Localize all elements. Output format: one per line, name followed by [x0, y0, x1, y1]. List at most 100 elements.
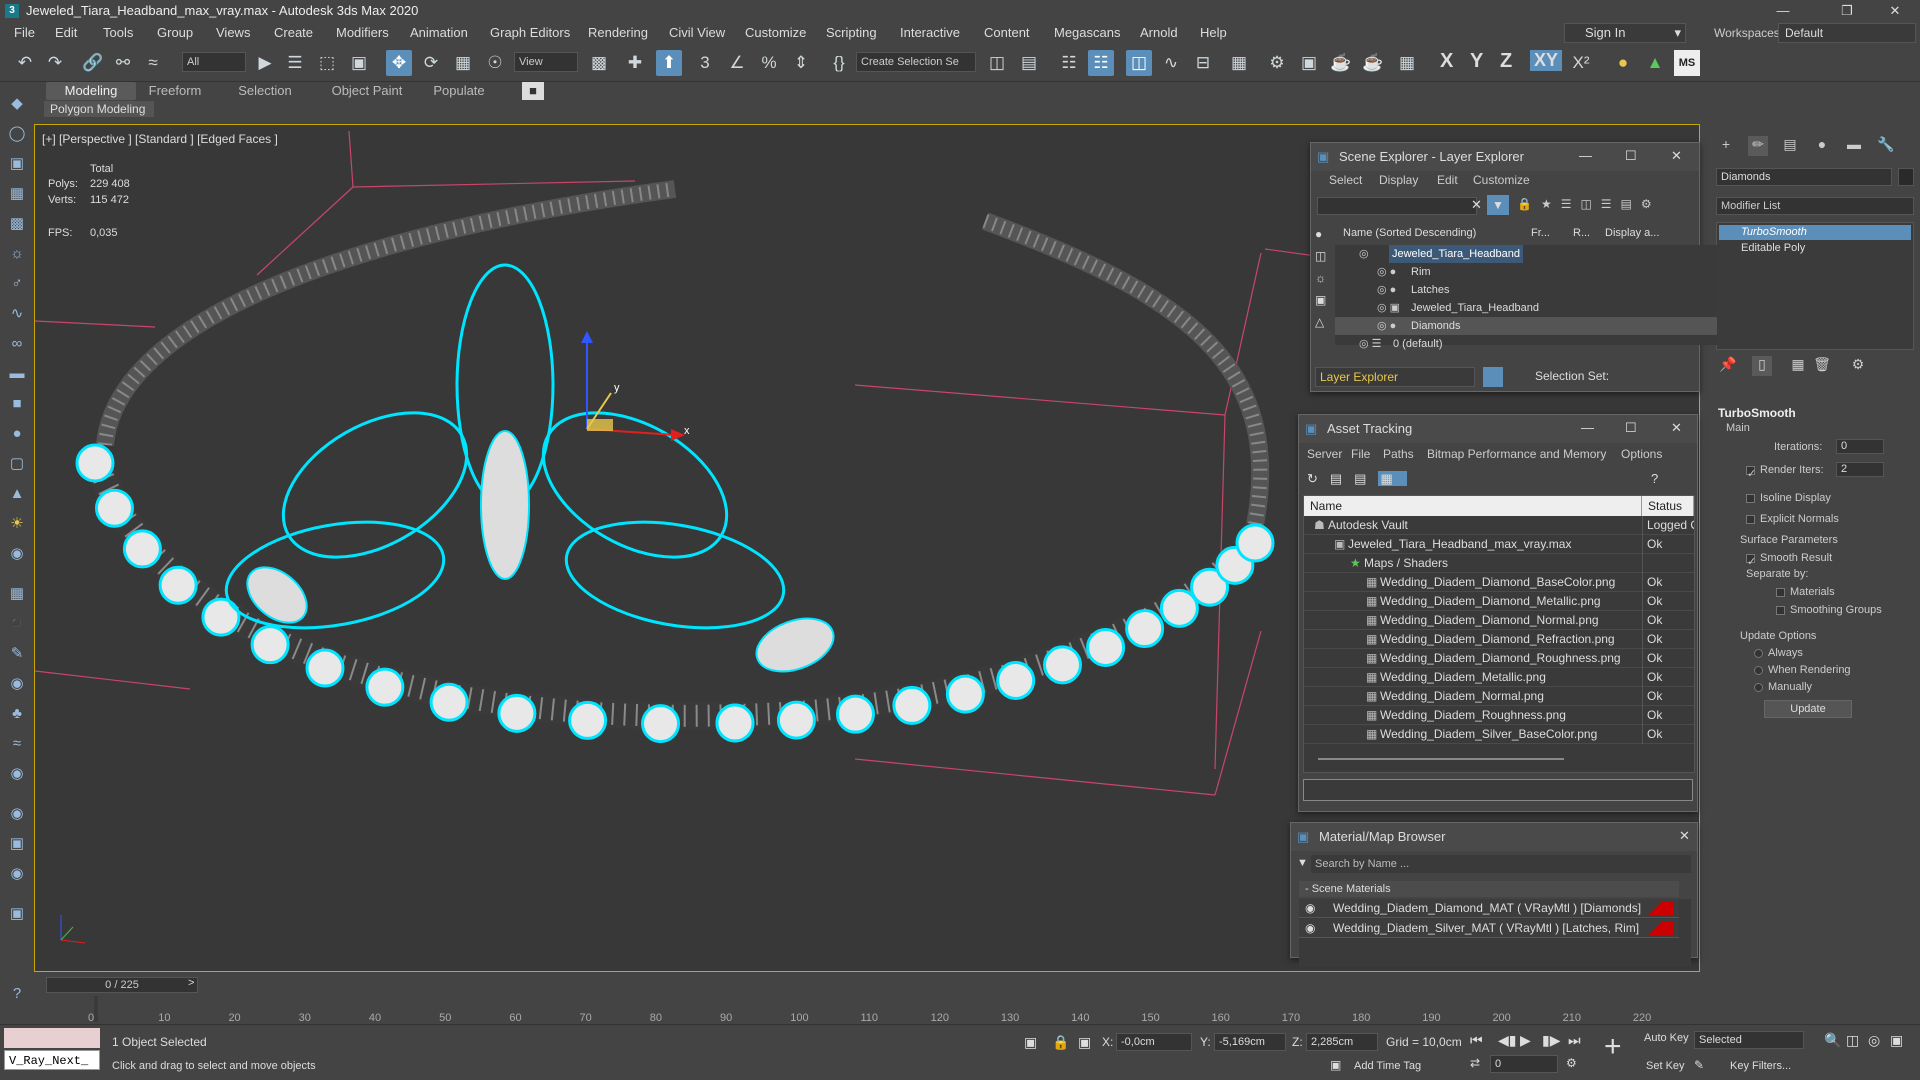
hierarchy-tab-icon[interactable]: ▤ [1780, 136, 1800, 156]
tree-icon[interactable]: ♣ [5, 702, 29, 726]
smooth-result-checkbox[interactable]: ✓ Smooth Result [1746, 552, 1832, 568]
axis-xy-button[interactable]: XY [1530, 50, 1563, 71]
at-menu-bitmap[interactable]: Bitmap Performance and Memory [1427, 447, 1606, 461]
help-icon[interactable]: ? [5, 982, 29, 1006]
mb-options-icon[interactable]: ▼ [1297, 857, 1308, 869]
render-gallery-icon[interactable]: ▦ [1394, 50, 1420, 76]
environment-icon[interactable]: ◉ [5, 802, 29, 826]
time-tag-icon[interactable]: ▣ [1330, 1058, 1341, 1072]
scene-explorer-toggle-icon[interactable]: ☷ [1056, 50, 1082, 76]
scene-explorer-title[interactable]: Scene Explorer - Layer Explorer [1311, 143, 1699, 171]
selection-lock-icon[interactable]: 🔒 [1052, 1034, 1069, 1051]
axis-z-button[interactable]: Z [1500, 50, 1512, 73]
menu-megascans[interactable]: Megascans [1054, 25, 1120, 40]
placement-icon[interactable]: ☉ [482, 50, 508, 76]
maximize-viewport-icon[interactable]: ▣ [1890, 1032, 1903, 1049]
at-menu-file[interactable]: File [1351, 447, 1370, 461]
menu-content[interactable]: Content [984, 25, 1030, 40]
table-row[interactable]: ★ Maps / Shaders [1304, 554, 1694, 573]
add-time-tag[interactable]: Add Time Tag [1354, 1060, 1421, 1072]
modifier-list-dropdown[interactable]: Modifier List [1716, 197, 1914, 215]
create-tab-icon[interactable]: + [1716, 136, 1736, 156]
effects-icon[interactable]: ▣ [5, 832, 29, 856]
stack-item-turbosmooth[interactable]: TurboSmooth [1719, 225, 1911, 240]
eye-icon[interactable]: ◎ ● [1377, 263, 1396, 281]
select-by-name-icon[interactable]: ☰ [282, 50, 308, 76]
list-item[interactable]: ◉ Wedding_Diadem_Diamond_MAT ( VRayMtl ) … [1299, 899, 1679, 918]
sign-in-button[interactable]: Sign In ▾ [1564, 23, 1686, 43]
unlink-icon[interactable]: ⚯ [110, 50, 136, 76]
workspace-select[interactable]: Default [1778, 23, 1916, 43]
menu-customize[interactable]: Customize [745, 25, 806, 40]
mb-close-icon[interactable]: ✕ [1679, 828, 1690, 844]
table-row[interactable]: ▦ Wedding_Diadem_Diamond_BaseColor.png Ok [1304, 573, 1694, 592]
se-col-name[interactable]: Name (Sorted Descending) [1343, 227, 1476, 239]
ribbon-options-icon[interactable]: ■ [522, 82, 544, 100]
grid-icon[interactable]: ▦ [5, 582, 29, 606]
select-manipulate-icon[interactable]: ✚ [622, 50, 648, 76]
window-crossing-icon[interactable]: ▣ [346, 50, 372, 76]
filter-icon[interactable]: ▼ [1487, 195, 1509, 215]
se-minimize-icon[interactable]: — [1579, 148, 1592, 163]
z-coordinate-field[interactable]: 2,285cm [1306, 1033, 1378, 1051]
isoline-display-checkbox[interactable]: Isoline Display [1746, 492, 1831, 504]
table-row[interactable]: ▦ Wedding_Diadem_Diamond_Metallic.png Ok [1304, 592, 1694, 611]
se-col-display[interactable]: Display a... [1605, 227, 1659, 239]
space-warps-icon[interactable]: ∿ [5, 302, 29, 326]
tab-selection[interactable]: Selection [230, 82, 300, 100]
curve-editor-icon[interactable]: ∿ [1158, 50, 1184, 76]
maximize-icon[interactable]: ❐ [1824, 0, 1870, 22]
current-frame-field[interactable]: 0 [1490, 1055, 1558, 1073]
eye-icon[interactable]: ◎ ☰ [1359, 335, 1382, 353]
go-to-start-icon[interactable]: ⏮ [1470, 1032, 1483, 1049]
stack-item-editable-poly[interactable]: Editable Poly [1719, 241, 1911, 256]
at-col-name[interactable]: Name [1304, 496, 1642, 516]
keyboard-shortcut-override-icon[interactable]: ⬆ [656, 50, 682, 76]
time-configuration-icon[interactable]: ⚙ [1566, 1056, 1577, 1070]
table-row[interactable]: ▦ Wedding_Diadem_Silver_BaseColor.png Ok [1304, 725, 1694, 744]
megascans-icon[interactable]: ▲ [1642, 50, 1668, 76]
select-object-icon[interactable]: ▶ [252, 50, 278, 76]
table-row[interactable]: ▦ Wedding_Diadem_Diamond_Normal.png Ok [1304, 611, 1694, 630]
teapot-icon[interactable]: ◉ [5, 542, 29, 566]
cone-icon[interactable]: ▲ [5, 482, 29, 506]
axis-constraint-icon[interactable]: X² [1568, 50, 1594, 76]
at-help-icon[interactable]: ? [1651, 471, 1658, 486]
cloth-icon[interactable]: ◉ [5, 762, 29, 786]
layer-icon[interactable] [1483, 367, 1503, 387]
light-icon[interactable]: ☼ [5, 242, 29, 266]
at-close-icon[interactable]: ✕ [1671, 420, 1682, 436]
update-button[interactable]: Update [1764, 700, 1852, 718]
tree-row[interactable]: ◎ Jeweled_Tiara_Headband [1335, 245, 1717, 263]
spinner-snap-icon[interactable]: ⇕ [788, 50, 814, 76]
rectangular-selection-icon[interactable]: ⬚ [314, 50, 340, 76]
at-toolbar-icons[interactable]: ↻▤▤ ▦ [1307, 471, 1407, 487]
menu-civil-view[interactable]: Civil View [669, 25, 725, 40]
remove-modifier-icon[interactable]: 🗑 [1812, 356, 1832, 376]
at-scrollbar[interactable] [1318, 758, 1564, 760]
particles-icon[interactable]: ∞ [5, 332, 29, 356]
time-cursor[interactable] [94, 996, 98, 1022]
iterations-spinner[interactable]: 0 [1836, 439, 1884, 454]
at-menu-paths[interactable]: Paths [1383, 447, 1414, 461]
menu-file[interactable]: File [14, 25, 35, 40]
material-browser-title[interactable]: Material/Map Browser [1291, 823, 1697, 851]
table-row[interactable]: ▣ Jeweled_Tiara_Headband_max_vray.max Ok [1304, 535, 1694, 554]
pin-stack-icon[interactable]: 📌 [1718, 356, 1738, 376]
utilities-tab-icon[interactable]: 🔧 [1876, 136, 1896, 156]
menu-tools[interactable]: Tools [103, 25, 133, 40]
make-unique-icon[interactable]: ▦ [1788, 356, 1808, 376]
percent-snap-icon[interactable]: % [756, 50, 782, 76]
layer-explorer-icon[interactable]: ☷ [1088, 50, 1114, 76]
eye-icon[interactable]: ◎ ● [1377, 281, 1396, 299]
se-menu-display[interactable]: Display [1379, 173, 1418, 187]
tree-row[interactable]: ◎ ☰ 0 (default) [1335, 335, 1717, 353]
align-icon[interactable]: ▤ [1016, 50, 1042, 76]
menu-group[interactable]: Group [157, 25, 193, 40]
edit-named-selection-icon[interactable]: {} [826, 50, 852, 76]
menu-modifiers[interactable]: Modifiers [336, 25, 389, 40]
display-cameras-icon[interactable]: ▣ [1315, 293, 1326, 307]
create-panel-icon[interactable]: ◆ [5, 92, 29, 116]
menu-arnold[interactable]: Arnold [1140, 25, 1178, 40]
display-tab-icon[interactable]: ▬ [1844, 136, 1864, 156]
